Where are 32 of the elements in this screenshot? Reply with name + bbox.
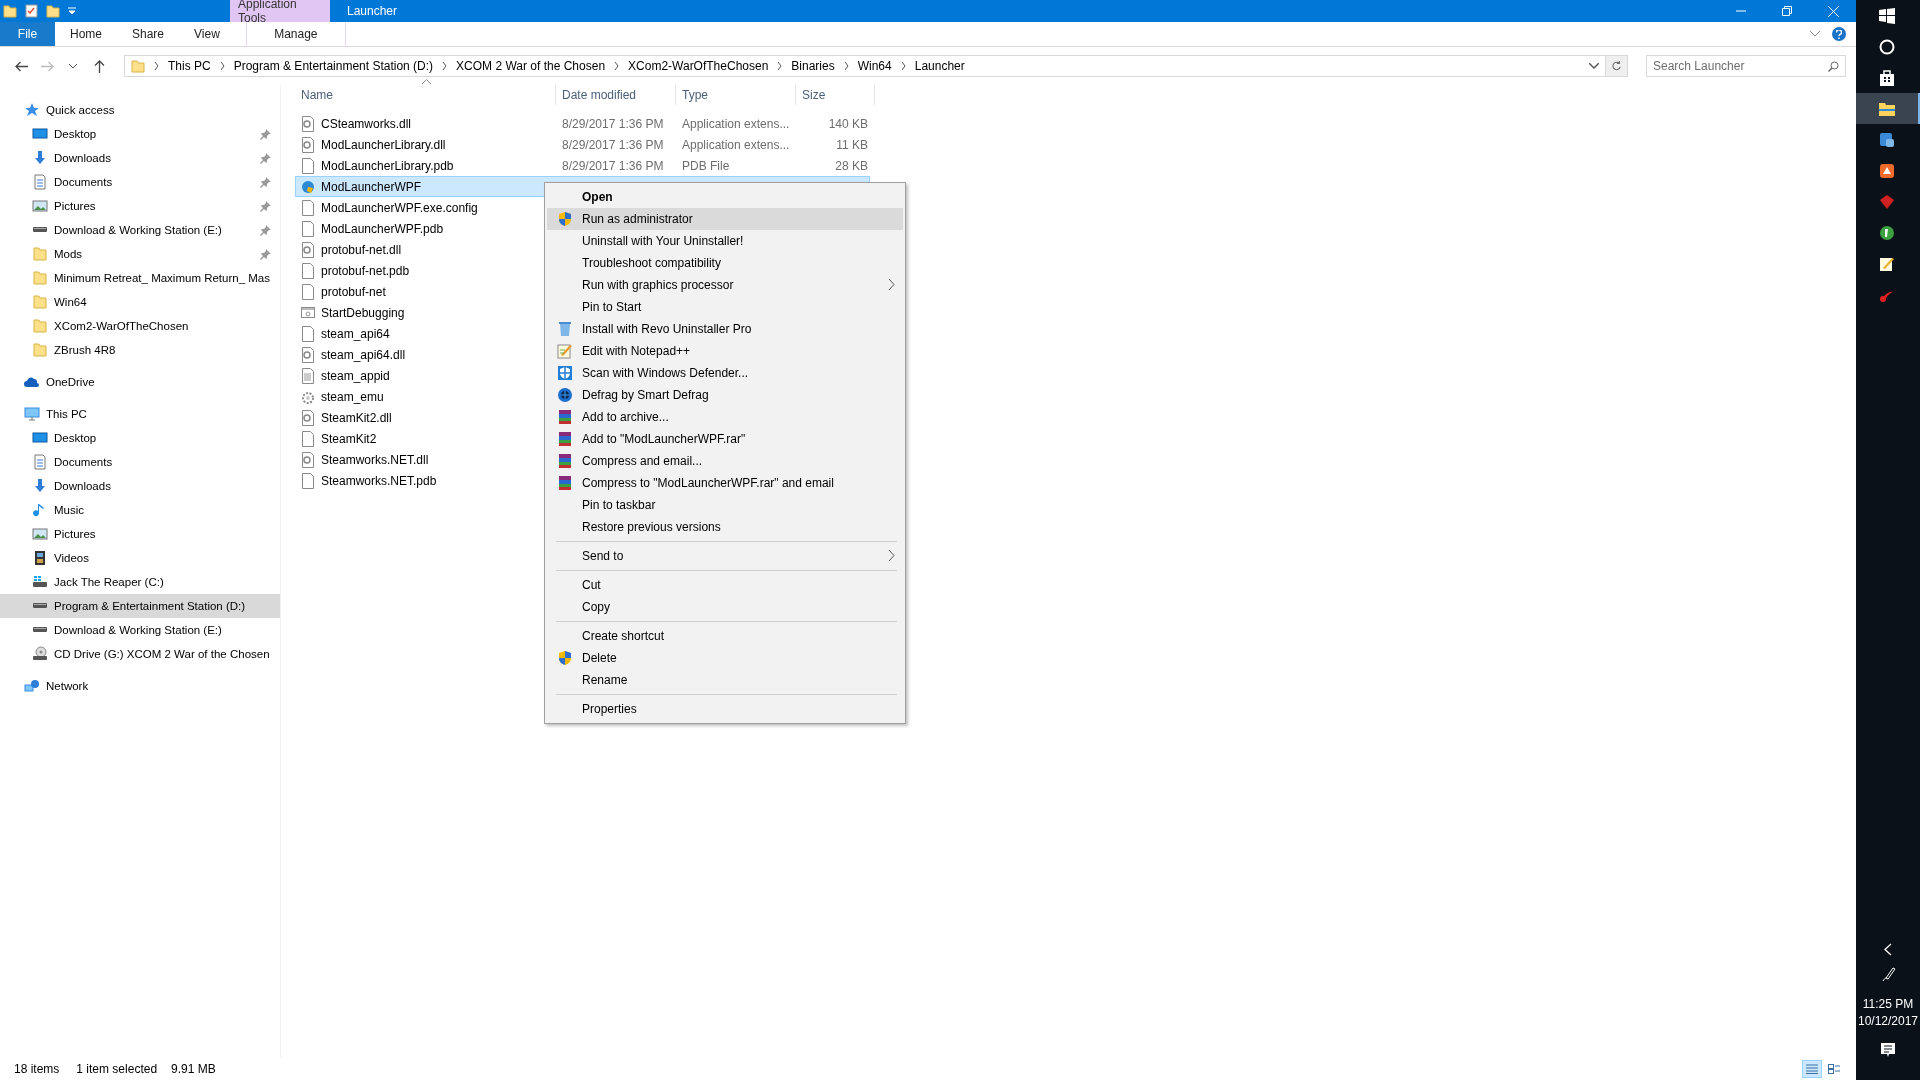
- date-cell-text: 8/29/2017 1:36 PM: [561, 137, 665, 152]
- file-name: CSteamworks.dll: [321, 116, 412, 131]
- file-name: StartDebugging: [321, 305, 405, 320]
- contextual-tab-label: Application Tools: [230, 0, 330, 22]
- item-count: 18 items: [14, 1062, 60, 1076]
- file-name: SteamKit2: [321, 431, 377, 446]
- date-cell-text: 8/29/2017 1:36 PM: [561, 116, 665, 131]
- window-title: Launcher: [346, 3, 398, 20]
- file-name: protobuf-net.dll: [321, 242, 402, 257]
- file-name: Steamworks.NET.pdb: [321, 473, 437, 488]
- file-name: steam_appid: [321, 368, 390, 383]
- type-cell-text: Application extens...: [681, 116, 791, 131]
- file-name: ModLauncherWPF: [321, 179, 422, 194]
- file-name: steam_emu: [321, 389, 384, 404]
- file-name: protobuf-net: [321, 284, 386, 299]
- size-cell-text: 28 KB: [834, 158, 868, 173]
- date-cell-text: 8/29/2017 1:36 PM: [561, 158, 665, 173]
- size-cell-text: 140 KB: [827, 116, 868, 131]
- selection-size: 9.91 MB: [171, 1062, 216, 1076]
- file-name: ModLauncherLibrary.pdb: [321, 158, 454, 173]
- file-name: steam_api64: [321, 326, 390, 341]
- selection-count: 1 item selected: [76, 1062, 158, 1076]
- file-name: steam_api64.dll: [321, 347, 406, 362]
- size-cell-text: 11 KB: [835, 137, 868, 152]
- type-cell-text: PDB File: [681, 158, 731, 173]
- file-name: SteamKit2.dll: [321, 410, 392, 425]
- type-cell-text: Application extens...: [681, 137, 791, 152]
- file-name: ModLauncherLibrary.dll: [321, 137, 446, 152]
- file-name: Steamworks.NET.dll: [321, 452, 429, 467]
- file-name: ModLauncherWPF.pdb: [321, 221, 444, 236]
- file-name: protobuf-net.pdb: [321, 263, 410, 278]
- file-name: ModLauncherWPF.exe.config: [321, 200, 478, 215]
